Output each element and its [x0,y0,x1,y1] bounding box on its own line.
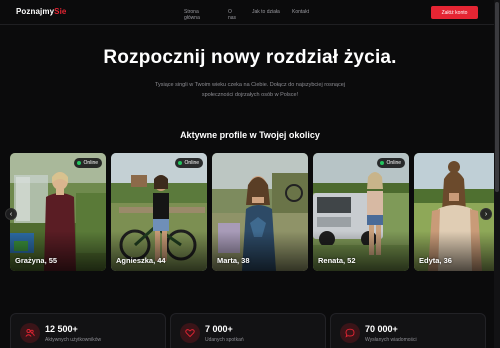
card-shade [111,231,207,271]
stat-card-users: 12 500+ Aktywnych użytkowników [10,313,166,348]
nav-link-about[interactable]: O nas [228,9,236,21]
heart-icon [180,323,200,343]
nav-link-how-it-works[interactable]: Jak to działa [252,9,280,15]
profile-card[interactable]: Online Renata, 52 [313,153,409,271]
chevron-left-icon: ‹ [9,210,13,218]
stat-value: 70 000+ [365,324,398,334]
profiles-carousel: Online Grażyna, 55 Online Agnieszka, 44 [10,153,500,271]
online-badge-label: Online [184,160,199,166]
chevron-right-icon: › [484,210,488,218]
profile-name: Agnieszka, 44 [116,256,166,265]
profiles-section-title: Aktywne profile w Twojej okolicy [180,130,320,140]
card-shade [414,231,500,271]
online-badge-label: Online [83,160,98,166]
hero-subtitle: Tysiące singli w Twoim wieku czeka na Ci… [154,82,346,98]
stat-card-meetings: 7 000+ Udanych spotkań [170,313,326,348]
online-badge: Online [376,158,405,168]
nav-link-contact[interactable]: Kontakt [292,9,309,15]
stat-card-messages: 70 000+ Wysłanych wiadomości [330,313,486,348]
logo-text: Poznajmy [16,7,55,16]
users-icon [20,323,40,343]
top-navbar: PoznajmySie Strona główna O nas Jak to d… [0,0,500,25]
carousel-next-button[interactable]: › [480,208,492,220]
online-dot-icon [177,161,182,165]
logo-accent-text: Sie [54,7,67,16]
stat-label: Udanych spotkań [205,337,244,343]
stat-value: 12 500+ [45,324,78,334]
stat-label: Aktywnych użytkowników [45,337,102,343]
card-shade [212,231,308,271]
profile-card[interactable]: Marta, 38 [212,153,308,271]
profile-card[interactable]: Online Grażyna, 55 [10,153,106,271]
profile-name: Renata, 52 [318,256,356,265]
carousel-prev-button[interactable]: ‹ [5,208,17,220]
stat-label: Wysłanych wiadomości [365,337,417,343]
online-dot-icon [379,161,384,165]
hero-title: Rozpocznij nowy rozdział życia. [103,47,397,68]
online-dot-icon [76,161,81,165]
profile-name: Marta, 38 [217,256,250,265]
profile-name: Grażyna, 55 [15,256,58,265]
site-logo[interactable]: PoznajmySie [16,7,66,16]
online-badge: Online [174,158,203,168]
nav-link-home[interactable]: Strona główna [184,9,200,21]
card-shade [10,231,106,271]
scrollbar-thumb[interactable] [495,2,499,192]
signup-button[interactable]: Załóż konto [431,6,478,19]
stat-value: 7 000+ [205,324,233,334]
online-badge-label: Online [386,160,401,166]
profile-name: Edyta, 36 [419,256,452,265]
card-shade [313,231,409,271]
message-icon [340,323,360,343]
profile-card[interactable]: Online Agnieszka, 44 [111,153,207,271]
online-badge: Online [73,158,102,168]
